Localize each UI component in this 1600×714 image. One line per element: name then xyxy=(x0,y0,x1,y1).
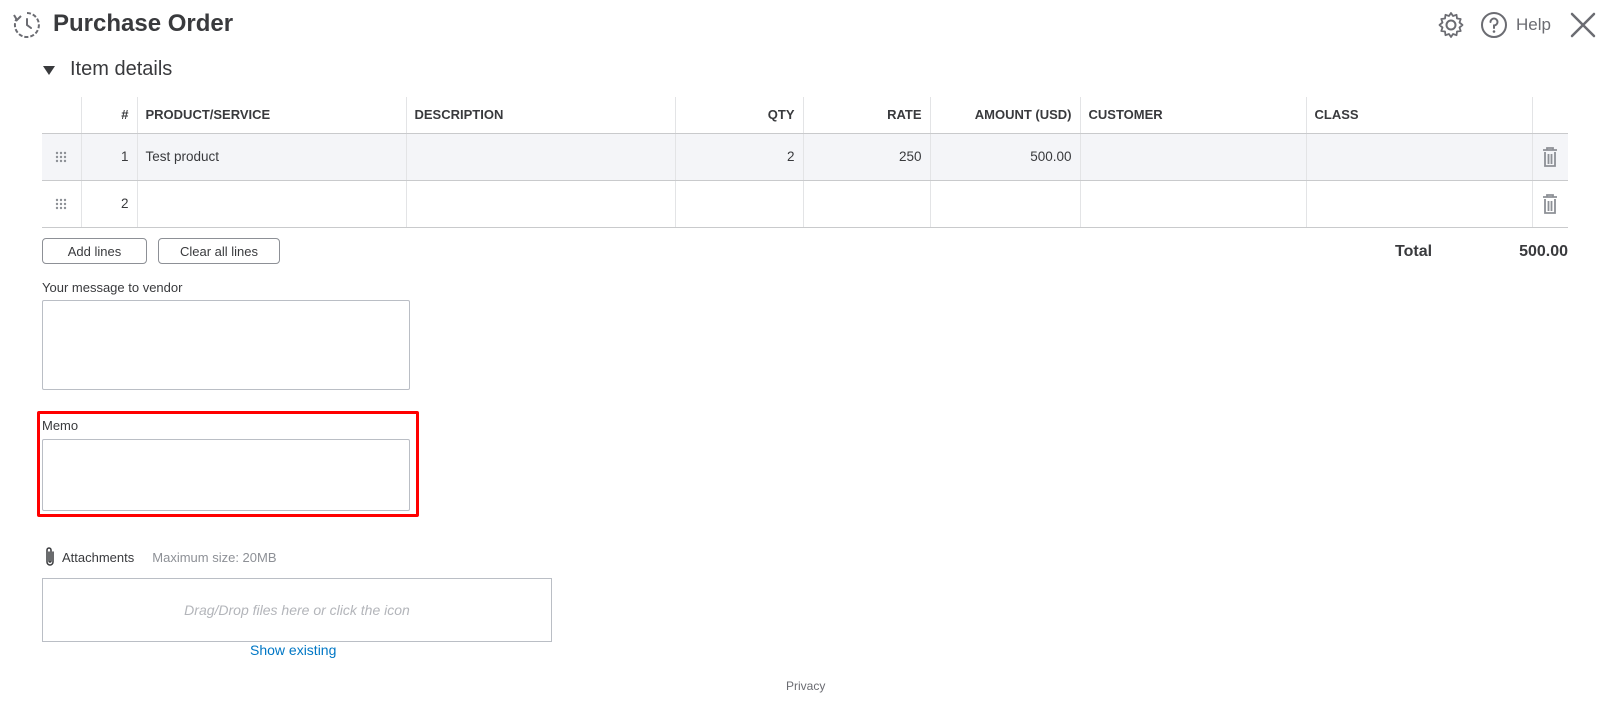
description-cell[interactable] xyxy=(405,133,675,181)
memo-label: Memo xyxy=(42,418,79,433)
qty-cell[interactable] xyxy=(674,180,803,228)
memo-field[interactable] xyxy=(42,439,410,511)
show-existing-link[interactable]: Show existing xyxy=(250,642,336,658)
clear-all-lines-button[interactable]: Clear all lines xyxy=(158,238,280,264)
column-header-product: PRODUCT/SERVICE xyxy=(136,97,406,134)
table-row[interactable]: 1 Test product 2 250 500.00 xyxy=(42,133,1568,181)
page-title: Purchase Order xyxy=(53,10,234,37)
header: Purchase Order Help xyxy=(0,0,1600,52)
table-header-row: # PRODUCT/SERVICE DESCRIPTION QTY RATE A… xyxy=(42,97,1568,134)
amount-cell[interactable]: 500.00 xyxy=(929,133,1080,181)
column-header-amount: AMOUNT (USD) xyxy=(929,97,1080,134)
attachments-dropzone[interactable]: Drag/Drop files here or click the icon xyxy=(42,578,552,642)
class-cell[interactable] xyxy=(1305,133,1532,181)
paperclip-icon[interactable] xyxy=(42,546,58,568)
column-header-number: # xyxy=(80,97,137,134)
help-button[interactable]: Help xyxy=(1480,11,1551,39)
qty-cell[interactable]: 2 xyxy=(674,133,803,181)
column-header-rate: RATE xyxy=(802,97,930,134)
customer-cell[interactable] xyxy=(1079,133,1306,181)
product-cell[interactable]: Test product xyxy=(136,133,406,181)
rate-cell[interactable] xyxy=(802,180,930,228)
customer-cell[interactable] xyxy=(1079,180,1306,228)
column-header-customer: CUSTOMER xyxy=(1079,97,1306,134)
product-cell[interactable] xyxy=(136,180,406,228)
vendor-message-field[interactable] xyxy=(42,300,410,390)
add-lines-button[interactable]: Add lines xyxy=(42,238,147,264)
delete-cell[interactable] xyxy=(1531,180,1568,228)
dropzone-text: Drag/Drop files here or click the icon xyxy=(184,602,410,618)
drag-handle-icon[interactable] xyxy=(54,150,68,164)
help-icon xyxy=(1481,12,1507,38)
class-cell[interactable] xyxy=(1305,180,1532,228)
delete-cell[interactable] xyxy=(1531,133,1568,181)
total-label: Total xyxy=(1395,243,1433,260)
description-cell[interactable] xyxy=(405,180,675,228)
caret-down-icon xyxy=(43,65,55,75)
attachments-header: Attachments Maximum size: 20MB xyxy=(42,546,277,568)
amount-cell[interactable] xyxy=(929,180,1080,228)
item-details-toggle[interactable]: Item details xyxy=(42,58,172,81)
total-value: 500.00 xyxy=(1519,243,1568,260)
privacy-link[interactable]: Privacy xyxy=(786,679,825,693)
section-title: Item details xyxy=(70,58,173,80)
close-icon[interactable] xyxy=(1568,10,1598,40)
column-header-class: CLASS xyxy=(1305,97,1532,134)
column-header-description: DESCRIPTION xyxy=(405,97,675,134)
attachments-max-size: Maximum size: 20MB xyxy=(152,549,277,565)
item-details-table: # PRODUCT/SERVICE DESCRIPTION QTY RATE A… xyxy=(42,97,1568,228)
recent-transactions-icon[interactable] xyxy=(12,10,42,40)
trash-icon[interactable] xyxy=(1541,193,1559,214)
rate-cell[interactable]: 250 xyxy=(802,133,930,181)
vendor-message-label: Your message to vendor xyxy=(42,280,183,295)
table-row[interactable]: 2 xyxy=(42,180,1568,228)
delete-column-header xyxy=(1531,97,1568,134)
column-header-qty: QTY xyxy=(674,97,803,134)
drag-column-header xyxy=(42,97,81,134)
drag-handle-icon[interactable] xyxy=(54,197,68,211)
attachments-label: Attachments xyxy=(62,549,135,565)
row-number: 2 xyxy=(80,180,137,228)
row-number: 1 xyxy=(80,133,137,181)
help-label: Help xyxy=(1516,15,1551,34)
drag-handle-cell[interactable] xyxy=(42,133,81,181)
drag-handle-cell[interactable] xyxy=(42,180,81,228)
trash-icon[interactable] xyxy=(1541,146,1559,167)
gear-icon[interactable] xyxy=(1437,11,1465,39)
purchase-order-page: Purchase Order Help Item details # PRODU… xyxy=(0,0,1600,714)
